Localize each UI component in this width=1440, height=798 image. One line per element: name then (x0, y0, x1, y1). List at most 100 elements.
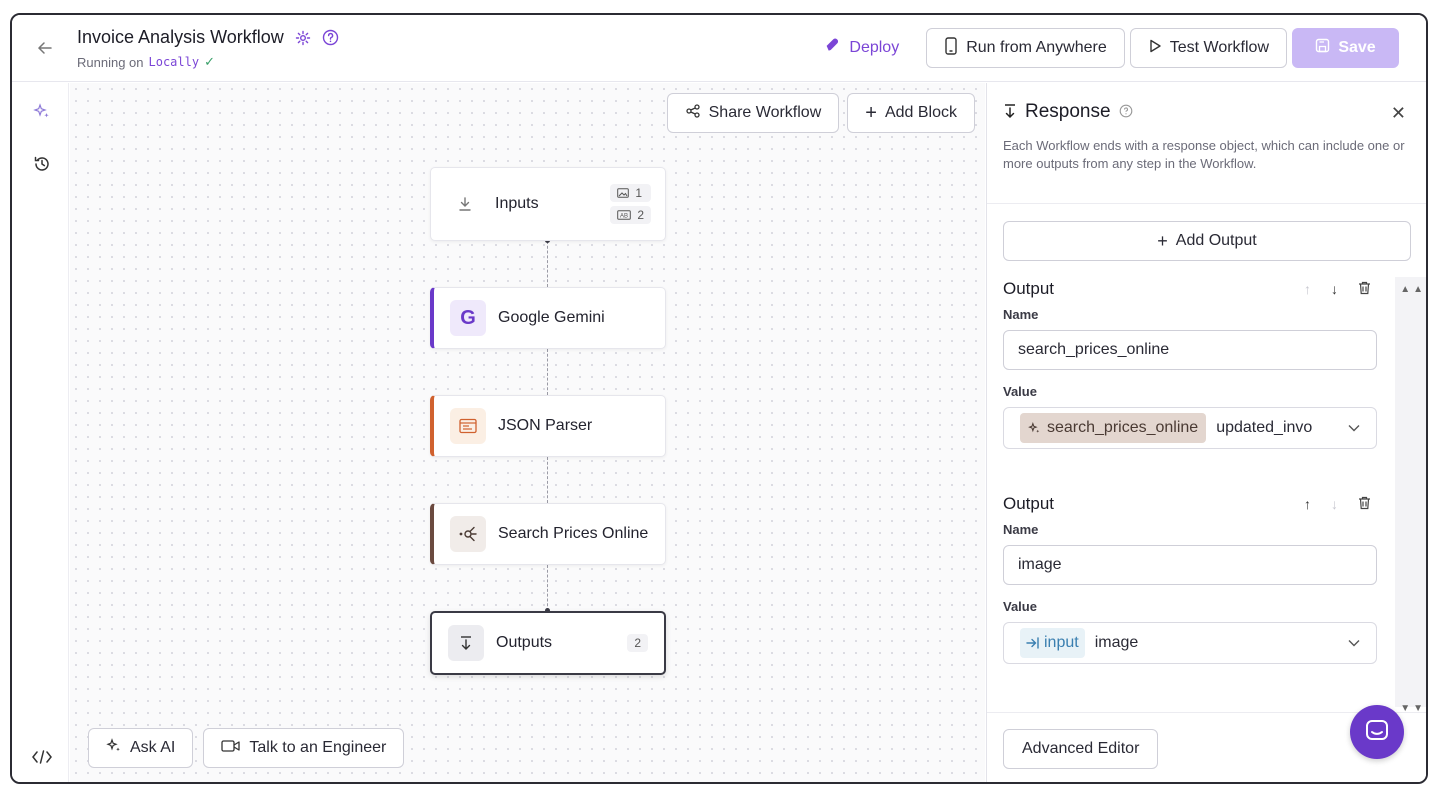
trash-icon[interactable] (1358, 496, 1371, 513)
add-output-label: Add Output (1175, 232, 1257, 249)
edge-json-search (547, 457, 548, 503)
download-icon (447, 186, 483, 222)
image-input-badge: 1 (610, 184, 651, 202)
panel-description: Each Workflow ends with a response objec… (1003, 138, 1405, 171)
close-icon[interactable]: ✕ (1391, 103, 1406, 124)
output-item: Output ↑ ↓ Name image Value input image (1003, 494, 1377, 664)
arrow-down-icon[interactable]: ↓ (1331, 496, 1338, 513)
output-title: Output (1003, 494, 1055, 513)
back-arrow-icon[interactable] (34, 37, 56, 59)
run-anywhere-button[interactable]: Run from Anywhere (926, 28, 1125, 68)
help-circle-icon[interactable] (322, 29, 340, 47)
history-icon[interactable] (31, 153, 53, 175)
help-circle-icon[interactable] (1119, 104, 1133, 121)
output-item: Output ↑ ↓ Name search_prices_online Val… (1003, 279, 1377, 449)
node-label: Google Gemini (498, 309, 605, 326)
parser-icon (450, 408, 486, 444)
value-label: Value (1003, 599, 1037, 614)
runtime-status: Running on Locally ✓ (77, 54, 340, 70)
output-arrow-icon (448, 625, 484, 661)
divider (987, 203, 1426, 204)
name-label: Name (1003, 522, 1039, 537)
input-chip: input (1020, 628, 1085, 658)
value-label: Value (1003, 384, 1037, 399)
share-workflow-label: Share Workflow (708, 104, 822, 121)
deploy-button[interactable]: Deploy (825, 28, 921, 68)
test-workflow-button[interactable]: Test Workflow (1129, 28, 1287, 68)
scrollbar-track[interactable] (1395, 277, 1426, 707)
sparkles-icon (106, 737, 122, 759)
workflow-canvas[interactable]: Share Workflow + Add Block Inputs 1 AB 2… (70, 83, 985, 782)
test-workflow-label: Test Workflow (1169, 39, 1269, 56)
panel-header: Response ✕ Each Workflow ends with a res… (1003, 101, 1412, 173)
outputs-count-badge: 2 (627, 634, 648, 652)
app-window: Invoice Analysis Workflow Running on Loc… (10, 13, 1428, 784)
ask-ai-label: Ask AI (130, 739, 176, 756)
plus-icon: + (865, 102, 877, 124)
output-name-field[interactable]: image (1003, 545, 1377, 585)
response-panel: Response ✕ Each Workflow ends with a res… (986, 83, 1426, 782)
runtime-env[interactable]: Locally (149, 55, 200, 69)
arrow-up-icon[interactable]: ↑ (1304, 281, 1311, 298)
top-header: Invoice Analysis Workflow Running on Loc… (12, 15, 1426, 82)
add-block-button[interactable]: + Add Block (847, 93, 975, 133)
sparkles-icon[interactable] (31, 101, 53, 123)
edge-search-outputs (547, 565, 548, 611)
output-title: Output (1003, 279, 1055, 298)
share-icon (685, 103, 701, 124)
arrow-up-icon[interactable]: ↑ (1304, 496, 1311, 513)
chevron-down-icon (1348, 634, 1360, 652)
text-input-badge: AB 2 (610, 206, 651, 224)
arrow-down-icon[interactable]: ↓ (1331, 281, 1338, 298)
share-workflow-button[interactable]: Share Workflow (666, 93, 840, 133)
text-icon: AB (617, 210, 632, 220)
output-value-select[interactable]: search_prices_online updated_invo (1003, 407, 1377, 449)
node-search-prices-online[interactable]: Search Prices Online (430, 503, 666, 565)
chevron-down-icon (1348, 419, 1360, 437)
left-rail (12, 83, 69, 782)
network-icon (450, 516, 486, 552)
canvas-top-actions: Share Workflow + Add Block (666, 93, 975, 133)
svg-text:AB: AB (620, 214, 628, 220)
code-icon[interactable] (31, 746, 53, 768)
node-google-gemini[interactable]: G Google Gemini (430, 287, 666, 349)
node-inputs[interactable]: Inputs 1 AB 2 (430, 167, 666, 241)
video-icon (221, 739, 241, 758)
input-badges: 1 AB 2 (610, 184, 651, 224)
step-chip: search_prices_online (1020, 413, 1207, 443)
google-g-icon: G (450, 300, 486, 336)
talk-engineer-button[interactable]: Talk to an Engineer (203, 728, 405, 768)
node-label: Search Prices Online (498, 525, 649, 542)
node-json-parser[interactable]: JSON Parser (430, 395, 666, 457)
runtime-prefix: Running on (77, 54, 144, 70)
canvas-bottom-actions: Ask AI Talk to an Engineer (88, 728, 405, 768)
add-output-button[interactable]: + Add Output (1003, 221, 1411, 261)
workflow-title[interactable]: Invoice Analysis Workflow (77, 27, 284, 48)
rocket-icon (825, 37, 842, 59)
advanced-editor-button[interactable]: Advanced Editor (1003, 729, 1159, 769)
node-outputs[interactable]: Outputs 2 (430, 611, 666, 675)
gear-icon[interactable] (294, 29, 312, 47)
scroll-up-icon[interactable]: ▲▲ (1400, 284, 1426, 295)
value-text: image (1094, 634, 1139, 651)
output-name-field[interactable]: search_prices_online (1003, 330, 1377, 370)
output-arrow-icon (1003, 103, 1017, 122)
save-label: Save (1338, 39, 1376, 56)
play-icon (1148, 39, 1162, 58)
plus-icon: + (1157, 230, 1168, 251)
title-block: Invoice Analysis Workflow Running on Loc… (77, 27, 340, 70)
name-label: Name (1003, 307, 1039, 322)
sparkles-icon (1028, 421, 1040, 433)
ask-ai-button[interactable]: Ask AI (88, 728, 194, 768)
check-icon: ✓ (204, 54, 215, 69)
header-actions: Deploy Run from Anywhere Test Workflow S… (825, 28, 1399, 68)
save-button[interactable]: Save (1292, 28, 1399, 68)
output-value-select[interactable]: input image (1003, 622, 1377, 664)
output-tools: ↑ ↓ (1304, 281, 1371, 298)
node-label: Inputs (495, 195, 539, 212)
input-arrow-icon (1026, 637, 1039, 649)
chat-support-button[interactable] (1350, 705, 1404, 759)
talk-engineer-label: Talk to an Engineer (249, 739, 387, 756)
trash-icon[interactable] (1358, 281, 1371, 298)
panel-title: Response (1025, 101, 1111, 122)
